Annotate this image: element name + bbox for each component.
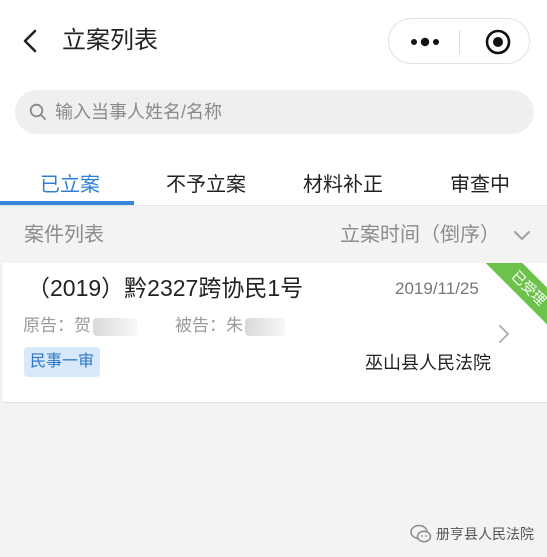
tab-material-correction[interactable]: 材料补正 bbox=[303, 172, 383, 198]
search-placeholder: 输入当事人姓名/名称 bbox=[55, 102, 223, 122]
search-area: 输入当事人姓名/名称 bbox=[0, 80, 547, 148]
nav-header: 立案列表 bbox=[0, 0, 547, 80]
court-name: 巫山县人民法院 bbox=[365, 353, 491, 373]
tab-under-review[interactable]: 审查中 bbox=[450, 172, 510, 198]
capsule-divider bbox=[459, 30, 460, 54]
redacted-name bbox=[93, 317, 137, 336]
wechat-icon bbox=[410, 524, 432, 543]
case-card[interactable]: （2019）黔2327跨协民1号 2019/11/25 原告：贺 被告：朱 民事… bbox=[3, 263, 547, 403]
case-type-badge: 民事一审 bbox=[24, 347, 101, 377]
redacted-name bbox=[245, 317, 285, 336]
sort-toggle[interactable]: 立案时间（倒序） bbox=[340, 222, 500, 248]
plaintiff-label: 原告：贺 bbox=[23, 316, 91, 335]
chevron-left-icon[interactable] bbox=[18, 28, 44, 54]
defendant-label: 被告：朱 bbox=[175, 316, 243, 335]
page-title: 立案列表 bbox=[62, 27, 158, 54]
tab-not-filed[interactable]: 不予立案 bbox=[166, 172, 246, 198]
search-icon bbox=[29, 103, 46, 120]
active-tab-indicator bbox=[0, 201, 134, 205]
list-title: 案件列表 bbox=[24, 224, 104, 246]
chevron-down-icon[interactable] bbox=[512, 227, 532, 245]
search-input[interactable]: 输入当事人姓名/名称 bbox=[15, 90, 534, 134]
case-number: （2019）黔2327跨协民1号 bbox=[27, 275, 304, 301]
chevron-right-icon[interactable] bbox=[497, 323, 511, 345]
defendant: 被告：朱 bbox=[175, 314, 285, 338]
target-icon[interactable] bbox=[485, 29, 511, 55]
more-dots-icon[interactable] bbox=[407, 33, 443, 51]
watermark-text: 册亨县人民法院 bbox=[436, 526, 534, 542]
status-badge: 已受理 bbox=[477, 263, 547, 340]
list-header: 案件列表 立案时间（倒序） bbox=[0, 207, 547, 263]
tab-filed[interactable]: 已立案 bbox=[40, 172, 100, 198]
plaintiff: 原告：贺 bbox=[23, 314, 137, 338]
mini-program-capsule bbox=[388, 18, 530, 64]
case-date: 2019/11/25 bbox=[395, 279, 479, 298]
status-tabs: 已立案 不予立案 材料补正 审查中 bbox=[0, 148, 547, 206]
